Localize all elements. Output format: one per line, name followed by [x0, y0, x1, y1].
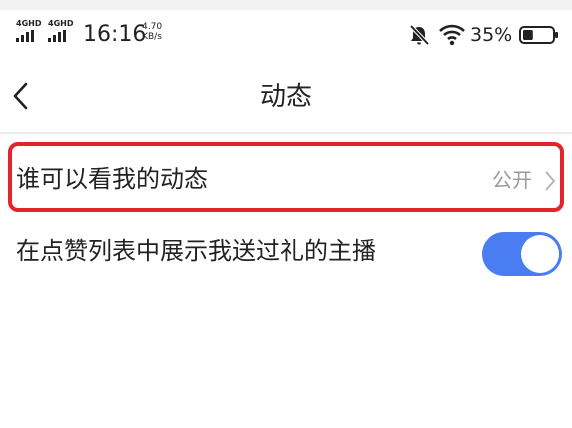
mute-bell-icon [409, 24, 430, 46]
page-title: 动态 [259, 82, 312, 112]
highlight-box [8, 142, 564, 212]
status-bar: 4GHD 4GHD 16:16 4.70 KB/s 35% [0, 12, 572, 56]
signal-type-label: 4GHD [48, 19, 74, 28]
toggle-knob [521, 235, 559, 273]
network-speed-unit: KB/s [142, 32, 162, 42]
nav-bar: 动态 [0, 60, 572, 132]
signal-icon: 4GHD [16, 20, 50, 46]
show-gift-anchors-label: 在点赞列表中展示我送过礼的主播 [16, 237, 376, 265]
battery-percent: 35% [470, 24, 513, 46]
show-gift-anchors-toggle[interactable] [482, 232, 562, 276]
show-gift-anchors-row: 在点赞列表中展示我送过礼的主播 [0, 220, 572, 284]
signal-icon: 4GHD [48, 20, 82, 46]
top-strip [0, 0, 572, 10]
divider [0, 132, 572, 134]
wifi-icon [439, 24, 465, 46]
signal-type-label: 4GHD [16, 19, 42, 28]
battery-icon [519, 26, 558, 44]
network-speed: 4.70 KB/s [142, 22, 162, 42]
network-speed-value: 4.70 [142, 22, 163, 32]
status-time: 16:16 [83, 22, 147, 47]
